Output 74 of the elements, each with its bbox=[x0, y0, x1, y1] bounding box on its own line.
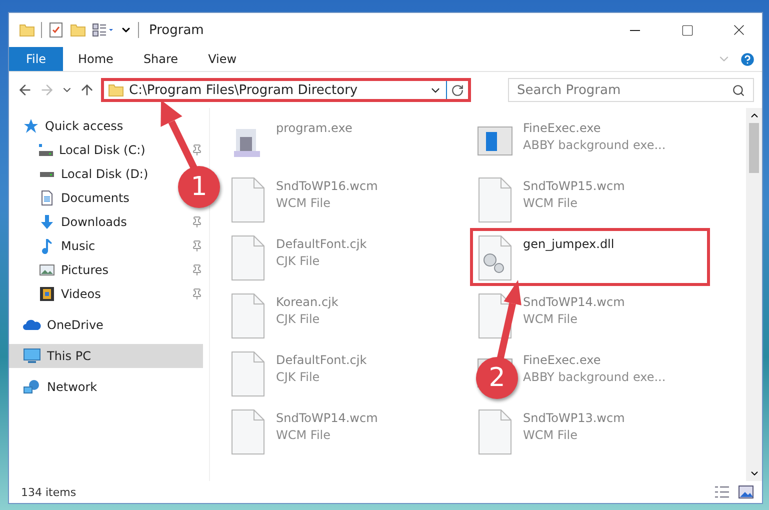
up-button[interactable] bbox=[79, 82, 95, 98]
file-type: ABBY background exe... bbox=[523, 138, 666, 152]
folder-icon bbox=[19, 22, 35, 38]
file-type: WCM File bbox=[523, 196, 578, 210]
file-icon bbox=[477, 409, 513, 455]
file-type: CJK File bbox=[276, 312, 321, 326]
sidebar-item[interactable]: Quick access bbox=[9, 114, 130, 138]
sidebar-item[interactable]: Local Disk (C:) bbox=[9, 138, 152, 162]
file-name: FineExec.exe bbox=[523, 353, 602, 367]
search-field[interactable]: Search Program bbox=[508, 78, 754, 102]
ribbon-tab[interactable]: View bbox=[193, 47, 252, 71]
item-count: 134 items bbox=[21, 486, 76, 498]
details-view-icon[interactable] bbox=[714, 485, 730, 499]
star-icon bbox=[23, 118, 39, 134]
properties-checklist-icon[interactable] bbox=[48, 22, 64, 38]
sidebar-item[interactable]: Videos bbox=[9, 282, 107, 306]
file-type: WCM File bbox=[523, 312, 578, 326]
file-icon bbox=[230, 351, 266, 397]
file-type: ABBY background exe... bbox=[523, 370, 666, 384]
file-name: DefaultFont.cjk bbox=[276, 237, 367, 251]
sidebar-item[interactable]: Downloads bbox=[9, 210, 133, 234]
sidebar-item[interactable]: Pictures bbox=[9, 258, 115, 282]
file-name: Korean.cjk bbox=[276, 295, 338, 309]
large-icons-view-icon[interactable] bbox=[738, 485, 754, 499]
monitor-icon bbox=[23, 348, 41, 364]
file-name: FineExec.exe bbox=[523, 121, 602, 135]
file-type: WCM File bbox=[276, 428, 332, 442]
help-icon[interactable] bbox=[739, 50, 756, 68]
sidebar-item[interactable]: Network bbox=[9, 375, 104, 399]
file-icon bbox=[230, 235, 266, 281]
address-field[interactable]: C:\Program Files\Program Directory bbox=[104, 81, 447, 99]
file-name: program.exe bbox=[276, 121, 352, 135]
sidebar-item[interactable]: Documents bbox=[9, 186, 136, 210]
sidebar-item[interactable]: OneDrive bbox=[9, 313, 110, 337]
scrollbar[interactable] bbox=[746, 108, 762, 481]
file-name: gen_jumpex.dll bbox=[523, 237, 614, 251]
search-icon bbox=[732, 84, 745, 96]
drive-icon bbox=[39, 144, 53, 156]
file-name: SndToWP16.wcm bbox=[276, 179, 378, 193]
sidebar-item[interactable]: Music bbox=[9, 234, 102, 258]
ribbon-tab[interactable]: Share bbox=[128, 47, 194, 71]
download-arrow-icon bbox=[39, 214, 55, 230]
view-list-icon[interactable] bbox=[92, 22, 114, 38]
file-name: SndToWP14.wcm bbox=[276, 411, 378, 425]
file-type: WCM File bbox=[276, 196, 332, 210]
file-icon bbox=[477, 177, 513, 223]
file-type: CJK File bbox=[276, 254, 321, 268]
file-name: SndToWP14.wcm bbox=[523, 295, 625, 309]
file-name: DefaultFont.cjk bbox=[276, 353, 367, 367]
picture-icon bbox=[39, 262, 55, 278]
gear-file-icon bbox=[477, 235, 513, 281]
back-button[interactable] bbox=[17, 82, 33, 98]
file-name: SndToWP13.wcm bbox=[523, 411, 625, 425]
window-title: Program bbox=[149, 22, 204, 38]
file-menu-button[interactable]: File bbox=[9, 47, 63, 71]
network-globe-icon bbox=[23, 379, 41, 395]
sidebar-item[interactable]: Local Disk (D:) bbox=[9, 162, 154, 186]
cloud-icon bbox=[23, 317, 41, 333]
drive-icon bbox=[40, 172, 54, 176]
folder-icon bbox=[108, 82, 124, 98]
document-icon bbox=[39, 190, 55, 206]
file-type: WCM File bbox=[523, 428, 578, 442]
film-icon bbox=[39, 286, 55, 302]
file-icon bbox=[230, 409, 266, 455]
file-icon bbox=[230, 177, 266, 223]
file-type: CJK File bbox=[276, 370, 321, 384]
folder-icon bbox=[70, 22, 86, 38]
maximize-icon bbox=[680, 24, 694, 36]
file-name: SndToWP15.wcm bbox=[523, 179, 625, 193]
sidebar-item[interactable]: This PC bbox=[9, 344, 203, 368]
music-note-icon bbox=[39, 238, 55, 254]
scrollbar-thumb[interactable] bbox=[749, 123, 759, 173]
file-icon bbox=[230, 293, 266, 339]
ribbon-tab[interactable]: Home bbox=[63, 47, 128, 71]
